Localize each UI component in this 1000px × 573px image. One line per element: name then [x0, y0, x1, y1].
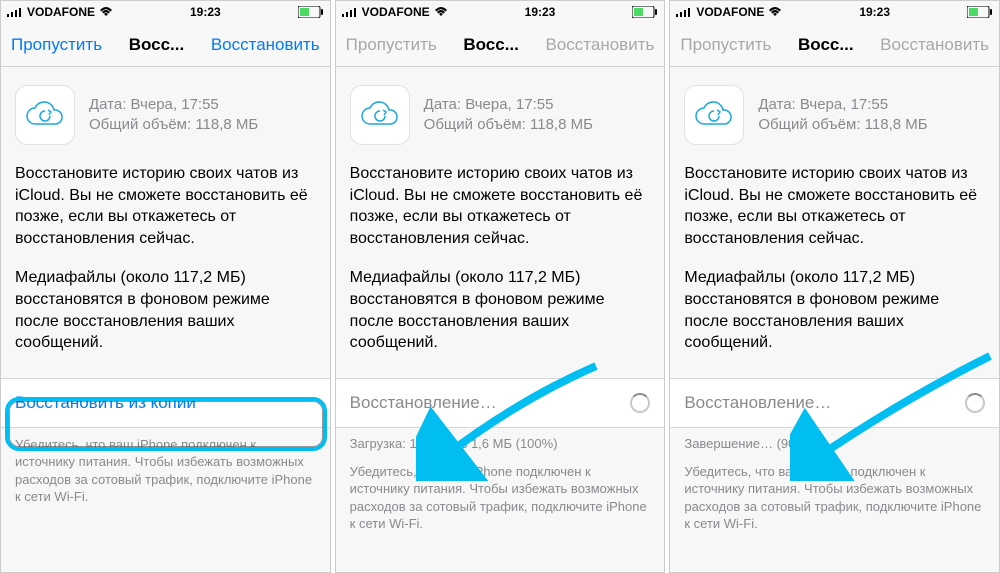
restore-label: Восстановление…	[350, 393, 497, 413]
restore-label: Восстановить из копии	[15, 393, 196, 413]
nav-title: Восс...	[463, 35, 519, 55]
backup-info-card: Дата: Вчера, 17:55 Общий объём: 118,8 МБ	[670, 67, 999, 157]
nav-bar: Пропустить Восс... Восстановить	[670, 23, 999, 67]
desc-paragraph-2: Медиафайлы (около 117,2 МБ) восстановятс…	[15, 267, 316, 353]
screen-3: VODAFONE 19:23 Пропустить Восс... Восста…	[669, 0, 1000, 573]
backup-info-card: Дата: Вчера, 17:55 Общий объём: 118,8 МБ	[336, 67, 665, 157]
nav-bar: Пропустить Восс... Восстановить	[1, 23, 330, 67]
status-time: 19:23	[525, 5, 556, 19]
desc-paragraph-2: Медиафайлы (около 117,2 МБ) восстановятс…	[350, 267, 651, 353]
status-bar: VODAFONE 19:23	[670, 1, 999, 23]
cloud-restore-icon	[684, 85, 744, 145]
screen-1: VODAFONE 19:23 Пропустить Восс... Восста…	[0, 0, 331, 573]
backup-date: Дата: Вчера, 17:55	[89, 95, 258, 115]
carrier-label: VODAFONE	[27, 5, 95, 19]
skip-button: Пропустить	[346, 35, 437, 55]
carrier-label: VODAFONE	[362, 5, 430, 19]
description-block: Восстановите историю своих чатов из iClo…	[336, 157, 665, 378]
footer-note: Убедитесь, что ваш iPhone подключен к ис…	[336, 455, 665, 541]
spinner-icon	[965, 393, 985, 413]
restore-from-backup-button[interactable]: Восстановить из копии	[1, 378, 330, 428]
wifi-icon	[768, 7, 782, 17]
description-block: Восстановите историю своих чатов из iClo…	[1, 157, 330, 378]
signal-icon	[676, 7, 692, 17]
backup-size: Общий объём: 118,8 МБ	[758, 115, 927, 135]
skip-button: Пропустить	[680, 35, 771, 55]
battery-icon	[298, 6, 324, 18]
footer-note: Убедитесь, что ваш iPhone подключен к ис…	[1, 428, 330, 514]
status-time: 19:23	[190, 5, 221, 19]
desc-paragraph-1: Восстановите историю своих чатов из iClo…	[684, 163, 985, 249]
progress-text: Завершение… (90%)	[670, 428, 999, 455]
nav-bar: Пропустить Восс... Восстановить	[336, 23, 665, 67]
status-bar: VODAFONE 19:23	[1, 1, 330, 23]
nav-title: Восс...	[798, 35, 854, 55]
progress-text: Загрузка: 1,6 МБ из 1,6 МБ (100%)	[336, 428, 665, 455]
restore-progress-row: Восстановление…	[670, 378, 999, 428]
backup-size: Общий объём: 118,8 МБ	[89, 115, 258, 135]
desc-paragraph-1: Восстановите историю своих чатов из iClo…	[15, 163, 316, 249]
wifi-icon	[434, 7, 448, 17]
nav-title: Восс...	[129, 35, 185, 55]
restore-button: Восстановить	[880, 35, 989, 55]
battery-icon	[632, 6, 658, 18]
desc-paragraph-1: Восстановите историю своих чатов из iClo…	[350, 163, 651, 249]
description-block: Восстановите историю своих чатов из iClo…	[670, 157, 999, 378]
desc-paragraph-2: Медиафайлы (около 117,2 МБ) восстановятс…	[684, 267, 985, 353]
backup-info-card: Дата: Вчера, 17:55 Общий объём: 118,8 МБ	[1, 67, 330, 157]
carrier-label: VODAFONE	[696, 5, 764, 19]
cloud-restore-icon	[15, 85, 75, 145]
wifi-icon	[99, 7, 113, 17]
restore-label: Восстановление…	[684, 393, 831, 413]
status-bar: VODAFONE 19:23	[336, 1, 665, 23]
signal-icon	[7, 7, 23, 17]
spinner-icon	[630, 393, 650, 413]
footer-note: Убедитесь, что ваш iPhone подключен к ис…	[670, 455, 999, 541]
skip-button[interactable]: Пропустить	[11, 35, 102, 55]
battery-icon	[967, 6, 993, 18]
backup-size: Общий объём: 118,8 МБ	[424, 115, 593, 135]
backup-date: Дата: Вчера, 17:55	[758, 95, 927, 115]
status-time: 19:23	[859, 5, 890, 19]
restore-button: Восстановить	[545, 35, 654, 55]
screen-2: VODAFONE 19:23 Пропустить Восс... Восста…	[335, 0, 666, 573]
cloud-restore-icon	[350, 85, 410, 145]
signal-icon	[342, 7, 358, 17]
restore-progress-row: Восстановление…	[336, 378, 665, 428]
restore-button[interactable]: Восстановить	[211, 35, 320, 55]
backup-date: Дата: Вчера, 17:55	[424, 95, 593, 115]
